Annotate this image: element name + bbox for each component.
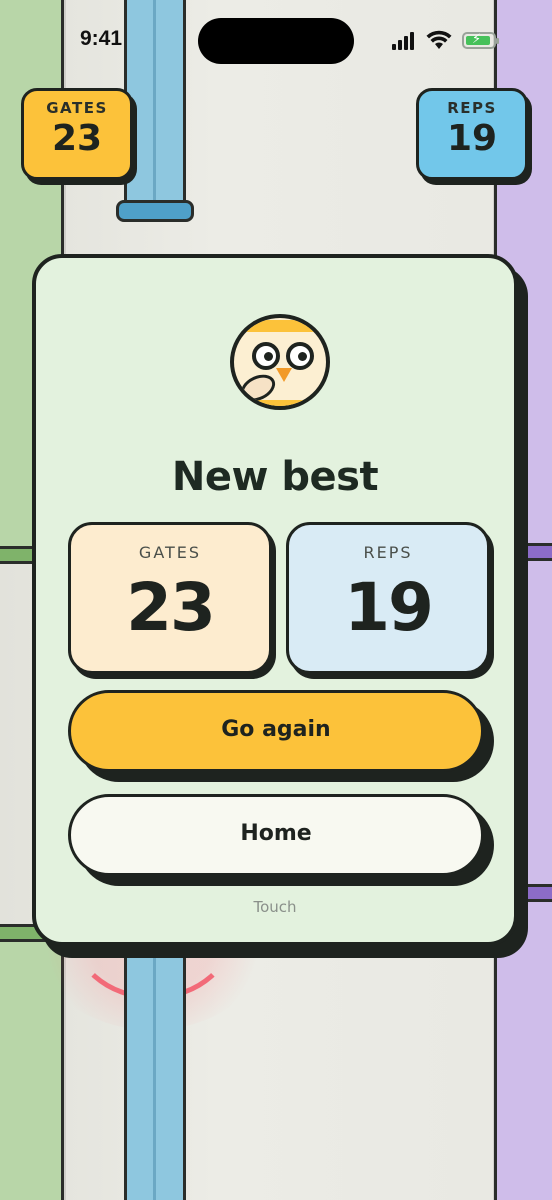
dynamic-island (198, 18, 354, 64)
pillar-blue-bottom (124, 950, 186, 1200)
go-again-button[interactable]: Go again (68, 690, 484, 772)
input-hint: Touch (253, 898, 297, 916)
stat-gates-card: GATES 23 (68, 522, 272, 674)
stat-reps-value: 19 (344, 569, 434, 646)
results-modal: New best GATES 23 REPS 19 Go again Home … (32, 254, 518, 946)
stat-gates-value: 23 (126, 569, 216, 646)
hud-gates-counter: GATES 23 (21, 88, 133, 180)
stat-gates-label: GATES (138, 543, 202, 562)
owl-avatar-icon (230, 314, 330, 410)
stat-reps-card: REPS 19 (286, 522, 490, 674)
wifi-icon (426, 30, 452, 49)
status-bar: 9:41 ⚡ (0, 0, 552, 80)
stat-reps-label: REPS (363, 543, 413, 562)
battery-charging-icon: ⚡ (462, 32, 499, 49)
hud-gates-value: 23 (51, 118, 103, 159)
status-time: 9:41 (80, 27, 123, 50)
modal-title: New best (171, 454, 379, 500)
hud-reps-counter: REPS 19 (416, 88, 528, 180)
hud-reps-value: 19 (446, 118, 498, 159)
home-button[interactable]: Home (68, 794, 484, 876)
hud-gates-label: GATES (46, 99, 108, 117)
hud-reps-label: REPS (447, 99, 497, 117)
pillar-blue-cap (116, 200, 194, 222)
cellular-signal-icon (392, 32, 420, 50)
